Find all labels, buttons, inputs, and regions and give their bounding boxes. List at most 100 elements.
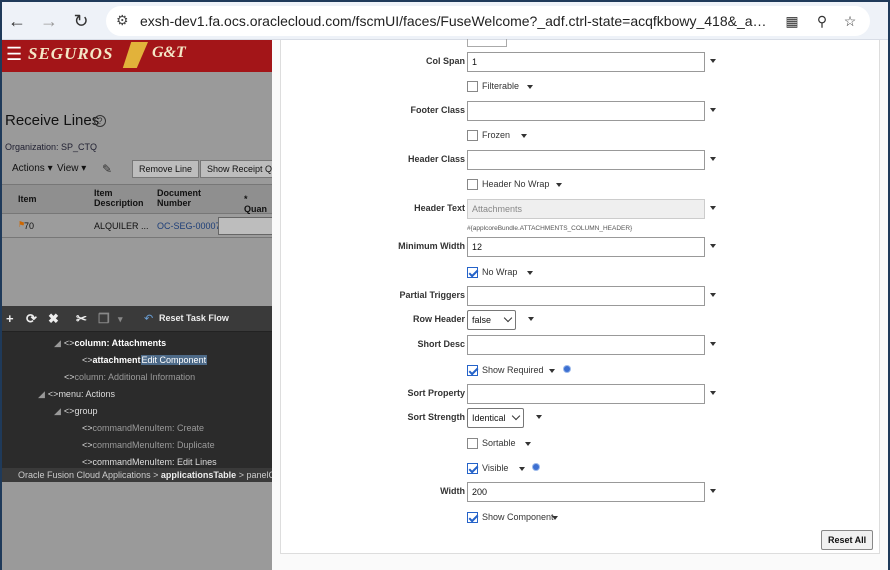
- help-icon[interactable]: ?: [94, 115, 106, 127]
- brand-logo-icon: [122, 42, 148, 68]
- minimum-width-dropdown-icon[interactable]: [710, 244, 716, 248]
- breadcrumb-suffix[interactable]: > panelCollect: [236, 470, 272, 480]
- collapse-triangle-icon[interactable]: ◢: [54, 406, 61, 416]
- tree-node-column-attachments[interactable]: ◢ <>column: Attachments: [54, 338, 166, 349]
- header-no-wrap-label: Header No Wrap: [482, 179, 550, 189]
- copy-icon[interactable]: ❐: [98, 311, 110, 327]
- filterable-dropdown-icon[interactable]: [527, 85, 533, 89]
- tree-node-label: attachment: [92, 355, 141, 365]
- row-header-dropdown-icon[interactable]: [528, 317, 534, 321]
- bookmark-star-icon[interactable]: ☆: [840, 11, 860, 31]
- filterable-label: Filterable: [482, 81, 520, 91]
- visible-dropdown-icon[interactable]: [519, 467, 525, 471]
- column-header-quantity[interactable]: * Quan: [244, 194, 272, 214]
- breadcrumb-current[interactable]: applicationsTable: [161, 470, 236, 480]
- no-wrap-dropdown-icon[interactable]: [527, 271, 533, 275]
- sort-strength-dropdown-icon[interactable]: [536, 415, 542, 419]
- show-component-checkbox[interactable]: [467, 512, 478, 523]
- sortable-label: Sortable: [482, 438, 516, 448]
- copy-dropdown-icon[interactable]: ▾: [118, 314, 123, 325]
- edit-component-link[interactable]: Edit Component: [140, 355, 208, 365]
- tree-node-group[interactable]: ◢ <>group: [54, 406, 97, 417]
- tree-node-label: menu: Actions: [58, 389, 115, 399]
- add-icon[interactable]: +: [6, 311, 14, 326]
- site-info-icon[interactable]: ⚙: [116, 12, 129, 29]
- breadcrumb-prefix[interactable]: Oracle Fusion Cloud Applications >: [18, 470, 161, 480]
- quantity-input[interactable]: [218, 217, 272, 235]
- col-span-dropdown-icon[interactable]: [710, 59, 716, 63]
- refresh-icon[interactable]: ⟳: [26, 311, 37, 327]
- column-header-item[interactable]: Item: [18, 194, 37, 204]
- sort-property-input[interactable]: [467, 384, 705, 404]
- collapse-triangle-icon[interactable]: ◢: [38, 389, 45, 399]
- show-component-dropdown-icon[interactable]: [552, 516, 558, 520]
- tree-node-attachment[interactable]: <>attachmentEdit Component: [82, 355, 208, 365]
- header-no-wrap-checkbox[interactable]: [467, 179, 478, 190]
- delete-icon[interactable]: ✖: [48, 311, 59, 327]
- url-text[interactable]: exsh-dev1.fa.ocs.oraclecloud.com/fscmUI/…: [140, 13, 770, 29]
- column-header-item-description[interactable]: Item Description: [94, 188, 154, 208]
- cell-document-link[interactable]: OC-SEG-00007: [157, 221, 221, 231]
- sortable-dropdown-icon[interactable]: [525, 442, 531, 446]
- sort-strength-select[interactable]: Identical: [467, 408, 524, 428]
- view-menu[interactable]: View ▾: [57, 163, 86, 174]
- prop-sortable: Sortable: [281, 435, 881, 455]
- chevron-down-icon: [503, 313, 513, 323]
- table-header: Item Item Description Document Number * …: [2, 184, 272, 214]
- modified-indicator-icon: [533, 464, 539, 470]
- short-desc-dropdown-icon[interactable]: [710, 342, 716, 346]
- zoom-icon[interactable]: ⚲: [812, 11, 832, 31]
- prop-show-required: Show Required: [281, 362, 881, 382]
- column-header-document-number[interactable]: Document Number: [157, 188, 217, 208]
- header-text-input[interactable]: Attachments: [467, 199, 705, 219]
- chevron-down-icon: [511, 411, 521, 421]
- short-desc-input[interactable]: [467, 335, 705, 355]
- sort-property-dropdown-icon[interactable]: [710, 391, 716, 395]
- frozen-checkbox[interactable]: [467, 130, 478, 141]
- edit-pencil-icon[interactable]: ✎: [102, 162, 112, 176]
- tree-node-menuitem-duplicate[interactable]: <>commandMenuItem: Duplicate: [82, 440, 215, 450]
- table-row[interactable]: ⚑ 70 ALQUILER ... OC-SEG-00007: [2, 214, 272, 238]
- row-header-select[interactable]: false: [467, 310, 516, 330]
- tree-node-menu-actions[interactable]: ◢ <>menu: Actions: [38, 389, 115, 400]
- prop-col-span: Col Span 1: [281, 52, 881, 72]
- header-text-dropdown-icon[interactable]: [710, 206, 716, 210]
- partial-triggers-input[interactable]: [467, 286, 705, 306]
- show-receipt-button[interactable]: Show Receipt Qu: [200, 160, 272, 178]
- reset-all-button[interactable]: Reset All: [821, 530, 874, 550]
- remove-line-button[interactable]: Remove Line: [132, 160, 200, 178]
- footer-class-dropdown-icon[interactable]: [710, 108, 716, 112]
- back-arrow-icon[interactable]: ←: [6, 10, 28, 32]
- header-class-dropdown-icon[interactable]: [710, 157, 716, 161]
- reset-task-flow-button[interactable]: Reset Task Flow: [159, 313, 229, 323]
- tree-node-menuitem-create[interactable]: <>commandMenuItem: Create: [82, 423, 204, 433]
- sortable-checkbox[interactable]: [467, 438, 478, 449]
- translate-icon[interactable]: ▦: [782, 11, 802, 31]
- header-no-wrap-dropdown-icon[interactable]: [556, 183, 562, 187]
- component-structure-panel: + ⟳ ✖ ✂ ❐ ▾ ↶ Reset Task Flow ◢ <>column:…: [2, 306, 272, 482]
- cut-icon[interactable]: ✂: [76, 311, 87, 327]
- header-class-input[interactable]: [467, 150, 705, 170]
- visible-checkbox[interactable]: [467, 463, 478, 474]
- address-bar[interactable]: ⚙ exsh-dev1.fa.ocs.oraclecloud.com/fscmU…: [106, 6, 870, 36]
- minimum-width-input[interactable]: 12: [467, 237, 705, 257]
- show-required-dropdown-icon[interactable]: [549, 369, 555, 373]
- width-input[interactable]: 200: [467, 482, 705, 502]
- show-required-checkbox[interactable]: [467, 365, 478, 376]
- width-dropdown-icon[interactable]: [710, 489, 716, 493]
- hamburger-menu-icon[interactable]: ☰: [6, 44, 22, 65]
- prop-no-wrap: No Wrap: [281, 264, 881, 284]
- forward-arrow-icon[interactable]: →: [38, 10, 60, 32]
- actions-menu[interactable]: Actions ▾: [12, 163, 53, 174]
- actions-menu-label: Actions: [12, 163, 45, 174]
- filterable-checkbox[interactable]: [467, 81, 478, 92]
- reload-icon[interactable]: ↻: [70, 10, 92, 32]
- col-span-input[interactable]: 1: [467, 52, 705, 72]
- tree-node-column-additional-info[interactable]: <>column: Additional Information: [64, 372, 195, 382]
- footer-class-input[interactable]: [467, 101, 705, 121]
- partial-triggers-dropdown-icon[interactable]: [710, 293, 716, 297]
- no-wrap-checkbox[interactable]: [467, 267, 478, 278]
- collapse-triangle-icon[interactable]: ◢: [54, 338, 61, 348]
- tree-node-menuitem-edit-lines[interactable]: <>commandMenuItem: Edit Lines: [82, 457, 217, 467]
- frozen-dropdown-icon[interactable]: [521, 134, 527, 138]
